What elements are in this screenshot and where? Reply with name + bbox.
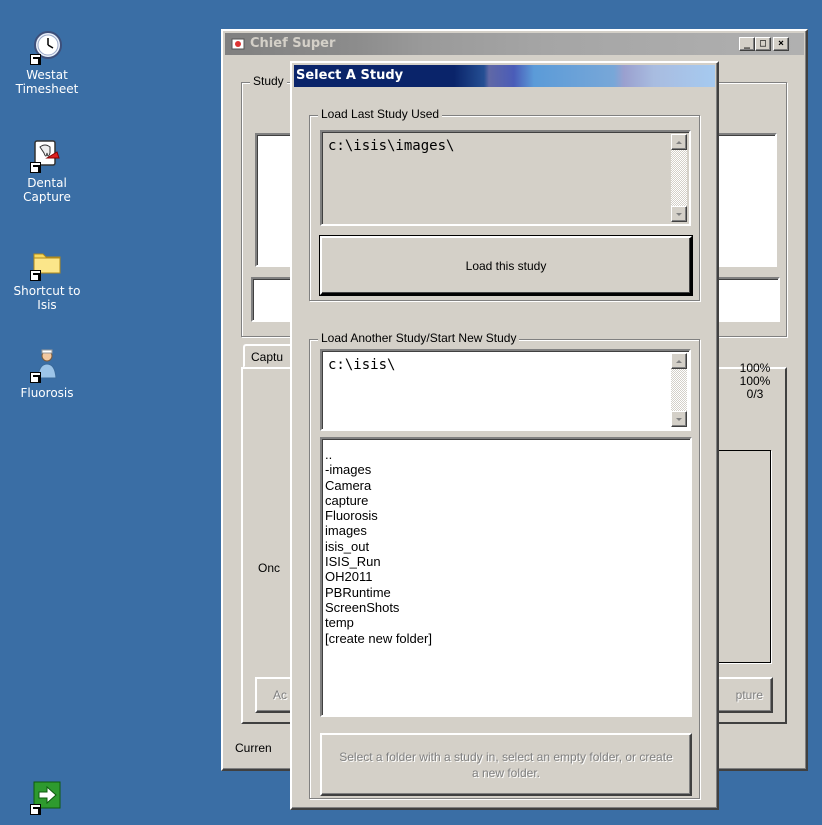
- another-study-group-label: Load Another Study/Start New Study: [318, 331, 520, 345]
- folder-item[interactable]: capture: [325, 493, 432, 508]
- stats-readout: 100% 100% 0/3: [735, 362, 775, 401]
- exit-arrow-icon: [30, 780, 63, 815]
- desktop-icon-label: Shortcut to Isis: [13, 284, 81, 312]
- folder-item[interactable]: isis_out: [325, 539, 432, 554]
- folder-item[interactable]: ISIS_Run: [325, 554, 432, 569]
- load-this-study-button[interactable]: Load this study: [320, 236, 692, 295]
- another-study-path-box[interactable]: c:\isis\: [320, 349, 691, 431]
- desktop-icon-fluorosis[interactable]: Fluorosis: [4, 348, 90, 400]
- desktop-icon-label: Westat Timesheet: [15, 68, 79, 96]
- status-label: Curren: [235, 741, 272, 755]
- scroll-up-button[interactable]: [671, 134, 687, 150]
- scroll-down-button[interactable]: [671, 206, 687, 222]
- main-window-titlebar[interactable]: Chief Super _ □ ×: [225, 33, 804, 55]
- last-study-group: Load Last Study Used c:\isis\images\ Loa…: [309, 107, 700, 301]
- last-study-path-box[interactable]: c:\isis\images\: [320, 130, 691, 226]
- desktop-icon-shortcut-to-isis[interactable]: Shortcut to Isis: [4, 246, 90, 312]
- chevron-down-icon: [676, 417, 682, 421]
- main-window-title: Chief Super: [250, 36, 336, 51]
- folder-item[interactable]: temp: [325, 615, 432, 630]
- desktop-icon-label: Fluorosis: [20, 386, 74, 400]
- study-group-label: Study: [250, 74, 287, 88]
- folder-item[interactable]: OH2011: [325, 569, 432, 584]
- clock-icon: [30, 30, 63, 65]
- desktop-icon-exit[interactable]: [4, 780, 90, 818]
- folder-list[interactable]: .. -images Camera capture Fluorosis imag…: [320, 437, 692, 717]
- shortcut-arrow-icon: [30, 162, 41, 173]
- shortcut-arrow-icon: [30, 372, 41, 383]
- desktop-icon-dental-capture[interactable]: Dental Capture: [4, 138, 90, 204]
- desktop-icon-label: Dental Capture: [23, 176, 71, 204]
- last-study-scrollbar[interactable]: [671, 134, 687, 222]
- create-new-folder-item[interactable]: [create new folder]: [325, 631, 432, 646]
- shortcut-arrow-icon: [30, 270, 41, 281]
- dialog-title: Select A Study: [296, 68, 404, 83]
- stat-3: 0/3: [746, 387, 764, 401]
- last-study-group-label: Load Last Study Used: [318, 107, 443, 121]
- capture-preview: [711, 450, 771, 663]
- side-text: Onc: [258, 561, 281, 575]
- shortcut-arrow-icon: [30, 804, 41, 815]
- tooth-icon: [30, 138, 63, 173]
- select-study-dialog: Select A Study Load Last Study Used c:\i…: [290, 61, 719, 810]
- doctor-icon: [30, 348, 63, 383]
- folder-item[interactable]: images: [325, 523, 432, 538]
- folder-item[interactable]: -images: [325, 462, 432, 477]
- folder-item[interactable]: ScreenShots: [325, 600, 432, 615]
- scroll-up-button[interactable]: [671, 353, 687, 369]
- chevron-up-icon: [676, 359, 682, 363]
- minimize-button[interactable]: _: [739, 37, 755, 51]
- chevron-down-icon: [676, 212, 682, 216]
- chevron-up-icon: [676, 140, 682, 144]
- folder-item[interactable]: PBRuntime: [325, 585, 432, 600]
- last-study-path: c:\isis\images\: [328, 138, 455, 154]
- folder-icon: [30, 246, 63, 281]
- another-study-group: Load Another Study/Start New Study c:\is…: [309, 331, 700, 799]
- desktop-icon-westat-timesheet[interactable]: Westat Timesheet: [4, 30, 90, 96]
- folder-item[interactable]: ..: [325, 447, 432, 462]
- another-study-path: c:\isis\: [328, 357, 396, 373]
- maximize-button[interactable]: □: [755, 37, 771, 51]
- folder-item[interactable]: Camera: [325, 478, 432, 493]
- shortcut-arrow-icon: [30, 54, 41, 65]
- scroll-down-button[interactable]: [671, 411, 687, 427]
- capture-button[interactable]: pture: [713, 677, 773, 713]
- select-folder-button[interactable]: Select a folder with a study in, select …: [320, 733, 692, 796]
- close-button[interactable]: ×: [773, 37, 789, 51]
- folder-list-items: .. -images Camera capture Fluorosis imag…: [325, 447, 432, 646]
- another-study-scrollbar[interactable]: [671, 353, 687, 427]
- folder-item[interactable]: Fluorosis: [325, 508, 432, 523]
- dialog-titlebar[interactable]: Select A Study: [294, 65, 715, 87]
- app-icon: [231, 37, 245, 51]
- action-button[interactable]: Ac: [255, 677, 295, 713]
